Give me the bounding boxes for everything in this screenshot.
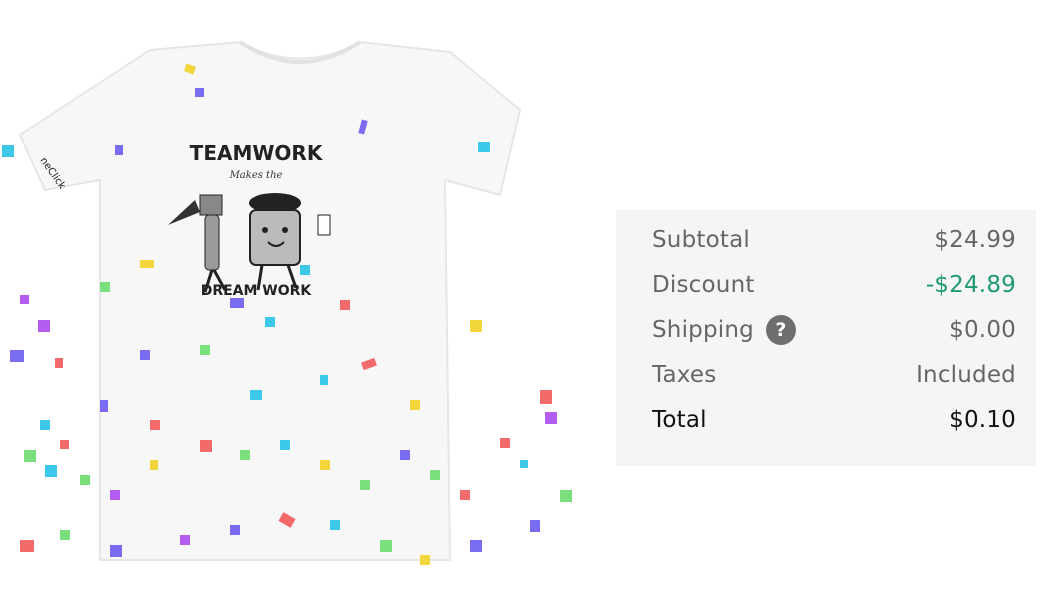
- discount-row: Discount -$24.89: [652, 265, 1016, 305]
- taxes-value: Included: [916, 362, 1016, 388]
- shipping-label-group: Shipping ?: [652, 315, 796, 345]
- shipping-label: Shipping: [652, 317, 754, 343]
- discount-label: Discount: [652, 272, 755, 298]
- taxes-row: Taxes Included: [652, 355, 1016, 395]
- order-summary: Subtotal $24.99 Discount -$24.89 Shippin…: [616, 210, 1036, 466]
- total-label: Total: [652, 407, 707, 433]
- total-value: $0.10: [949, 407, 1016, 433]
- subtotal-label: Subtotal: [652, 227, 750, 253]
- shirt-text-makes-the: Makes the: [229, 170, 283, 181]
- shipping-row: Shipping ? $0.00: [652, 310, 1016, 350]
- taxes-label: Taxes: [652, 362, 717, 388]
- product-image: neClick TEAMWORK Makes the DREAM WORK: [2, 40, 572, 565]
- question-circle-icon[interactable]: ?: [765, 315, 796, 345]
- subtotal-row: Subtotal $24.99: [652, 220, 1016, 260]
- shirt-text-dream-work: DREAM WORK: [201, 283, 313, 299]
- shipping-value: $0.00: [949, 317, 1016, 343]
- discount-value: -$24.89: [925, 272, 1016, 298]
- subtotal-value: $24.99: [934, 227, 1016, 253]
- total-row: Total $0.10: [652, 400, 1016, 440]
- tshirt: [18, 40, 522, 561]
- shirt-text-teamwork: TEAMWORK: [190, 141, 324, 165]
